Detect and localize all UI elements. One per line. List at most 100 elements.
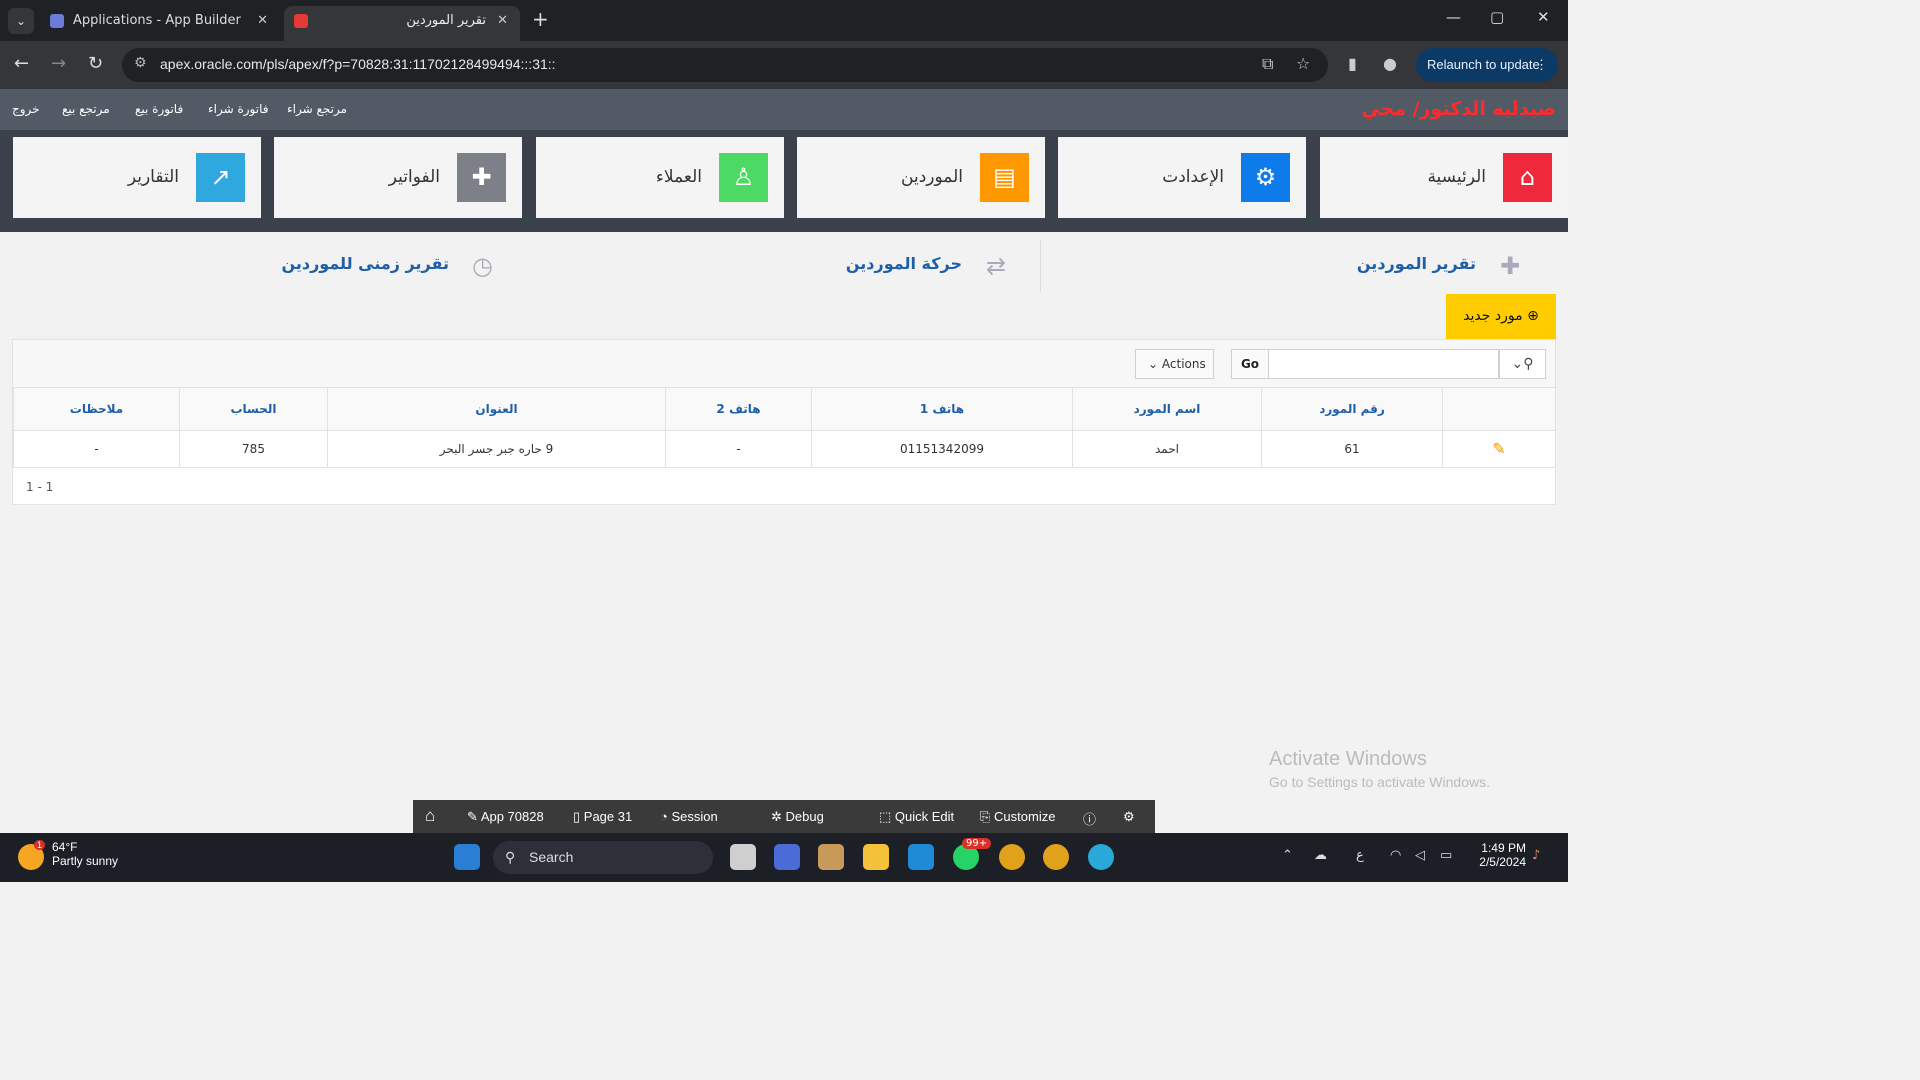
card-label: الموردين [901,167,963,187]
java-icon[interactable] [818,844,844,870]
report-table: ملاحظات الحساب العنوان هاتف 2 هاتف 1 اسم… [13,388,1556,468]
col-phone2[interactable]: هاتف 2 [665,388,812,431]
relaunch-label: Relaunch to update [1427,57,1540,72]
edge-icon[interactable] [1088,844,1114,870]
home-icon[interactable]: ⌂ [425,806,435,826]
page-icon: ▯ [573,809,581,824]
card-label: الإعدادت [1162,167,1224,187]
card-home[interactable]: ⌂ الرئيسية [1320,137,1568,218]
file-explorer-icon[interactable] [863,844,889,870]
card-reports[interactable]: ↗ التقارير [13,137,261,218]
more-menu-icon[interactable]: ⋮ [1535,48,1548,82]
menu-sales-invoice[interactable]: فاتورة بيع [135,102,183,116]
battery-icon[interactable]: ▭ [1440,848,1452,863]
new-supplier-button[interactable]: ⊕ مورد جديد [1446,294,1556,339]
menu-purchase-invoice[interactable]: فاتورة شراء [208,102,268,116]
customize-button[interactable]: ⎘ Customize [980,809,1055,825]
clock-date: 2/5/2024 [1479,855,1526,869]
app-button[interactable]: ✎ App 70828 [467,809,544,825]
session-button[interactable]: ◔ Session [660,809,718,824]
card-suppliers[interactable]: ▤ الموردين [797,137,1045,218]
col-supplier-name[interactable]: اسم المورد [1072,388,1262,431]
maximize-icon[interactable]: ▢ [1490,8,1504,26]
tab-title: تقرير الموردين [406,13,486,28]
new-tab-button[interactable]: + [532,7,549,31]
back-icon[interactable]: ← [14,53,29,74]
close-tab-icon[interactable]: ✕ [257,6,268,35]
pagination-text: 1 - 1 [26,480,54,494]
onedrive-icon[interactable]: ☁ [1314,848,1327,863]
menu-purchase-return[interactable]: مرتجع شراء [287,102,347,116]
tab-supplier-report[interactable]: تقرير الموردين ✕ [284,6,520,41]
vscode-icon[interactable] [908,844,934,870]
cell-edit: ✎ [1442,429,1556,468]
language-indicator[interactable]: ع [1356,848,1364,863]
taskbar-search[interactable]: ⚲ Search [493,841,713,874]
actions-menu-button[interactable]: ⌄ Actions [1135,349,1214,379]
card-settings[interactable]: ⚙ الإعدادت [1058,137,1306,218]
supplier-report: ⌄ Actions Go ⌄⚲ ملاحظات الحساب العنوان ه… [12,339,1556,505]
card-label: التقارير [127,167,179,187]
col-supplier-id[interactable]: رقم المورد [1261,388,1443,431]
col-phone1[interactable]: هاتف 1 [811,388,1073,431]
chrome-active-icon[interactable] [1043,844,1069,870]
menu-sales-return[interactable]: مرتجع بيع [62,102,110,116]
edit-pencil-icon[interactable]: ✎ [1492,439,1505,458]
url-text[interactable]: apex.oracle.com/pls/apex/f?p=70828:31:11… [160,56,556,72]
link-supplier-movement[interactable]: حركة الموردين [846,254,962,273]
col-notes[interactable]: ملاحظات [13,388,180,431]
site-info-icon[interactable]: ⚙ [134,55,147,71]
debug-button[interactable]: ✲ Debug [771,809,824,825]
report-toolbar: ⌄ Actions Go ⌄⚲ [13,340,1555,388]
col-edit [1442,388,1556,431]
col-address[interactable]: العنوان [327,388,666,431]
forward-icon[interactable]: → [51,53,66,74]
page-button[interactable]: ▯ Page 31 [573,809,632,825]
link-supplier-report[interactable]: تقرير الموردين [1357,254,1476,273]
session-label: Session [671,809,718,824]
translate-icon[interactable]: ⧉ [1262,54,1273,74]
clock-time: 1:49 PM [1481,841,1526,855]
windows-taskbar: 1 64°F Partly sunny ⚲ Search 99+ ⌃ ☁ ع ◠… [0,833,1568,882]
teams-icon[interactable] [774,844,800,870]
new-supplier-label: مورد جديد [1463,308,1523,324]
profile-icon[interactable]: ● [1383,54,1397,73]
app-brand[interactable]: صيدليه الدكتور/ محي [1361,98,1556,120]
card-label: الرئيسية [1427,167,1486,187]
relaunch-button[interactable]: Relaunch to update ⋮ [1416,48,1558,82]
wifi-icon[interactable]: ◠ [1390,848,1401,863]
actions-label: Actions [1161,357,1206,371]
search-input[interactable] [1269,349,1499,379]
reload-icon[interactable]: ↻ [88,53,103,74]
close-tab-icon[interactable]: ✕ [497,6,508,35]
nav-cards: ⌂ الرئيسية ⚙ الإعدادت ▤ الموردين ♙ العمل… [0,130,1568,232]
menu-logout[interactable]: خروج [12,102,40,116]
link-supplier-time-report[interactable]: تقرير زمنى للموردين [281,254,449,273]
side-panel-icon[interactable]: ▮ [1348,54,1357,73]
bookmark-star-icon[interactable]: ☆ [1296,54,1310,73]
clock[interactable]: 1:49 PM 2/5/2024 [1470,841,1526,869]
info-icon[interactable]: ⓘ [1083,809,1096,828]
app-header: خروج مرتجع بيع فاتورة بيع فاتورة شراء مر… [0,89,1568,130]
tab-title: Applications - App Builder [73,13,241,28]
volume-icon[interactable]: ◁ [1415,848,1425,863]
gear-icon[interactable]: ⚙ [1123,809,1135,825]
go-button[interactable]: Go [1231,349,1269,379]
windows-start-icon[interactable] [454,844,480,870]
address-bar[interactable]: ⚙ apex.oracle.com/pls/apex/f?p=70828:31:… [122,48,1328,82]
minimize-icon[interactable]: — [1446,8,1461,26]
chevron-up-icon[interactable]: ⌃ [1282,848,1293,863]
task-view-icon[interactable] [730,844,756,870]
notification-bell-icon[interactable]: ♪ [1532,848,1540,863]
card-label: الفواتير [388,167,440,187]
card-customers[interactable]: ♙ العملاء [536,137,784,218]
close-window-icon[interactable]: ✕ [1537,8,1550,26]
tab-search-button[interactable]: ⌄ [8,8,34,34]
developer-toolbar: ⌂ ✎ App 70828 ▯ Page 31 ◔ Session ✲ Debu… [413,800,1155,833]
chrome-icon[interactable] [999,844,1025,870]
tab-app-builder[interactable]: Applications - App Builder ✕ [40,6,280,41]
quick-edit-button[interactable]: ⬚ Quick Edit [879,809,954,825]
search-column-select[interactable]: ⌄⚲ [1499,349,1546,379]
col-account[interactable]: الحساب [179,388,328,431]
card-invoices[interactable]: ✚ الفواتير [274,137,522,218]
